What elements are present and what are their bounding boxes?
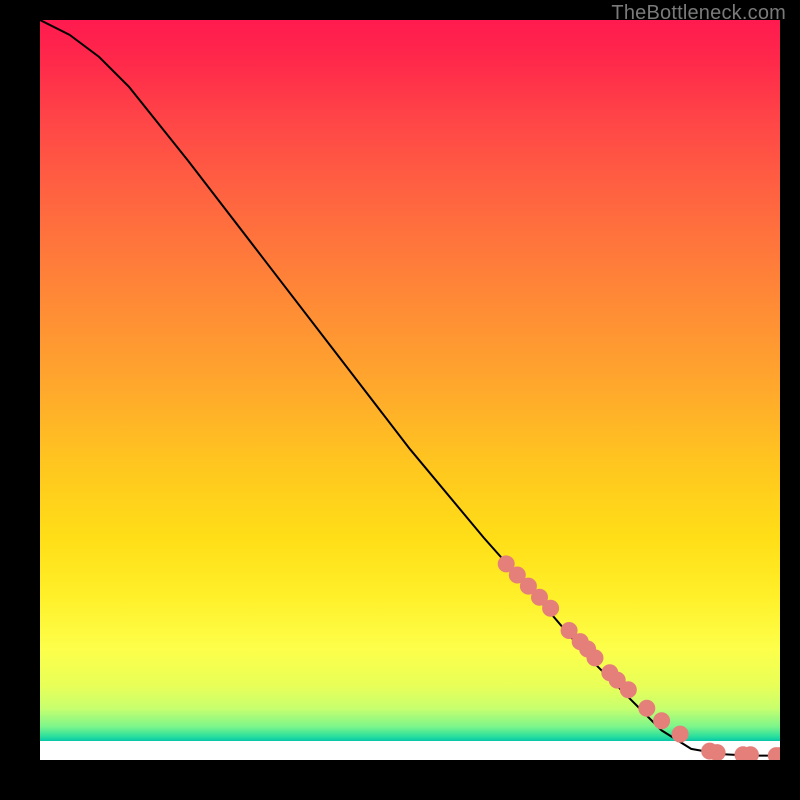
chart-frame: TheBottleneck.com xyxy=(0,0,800,800)
data-marker xyxy=(654,713,670,729)
chart-svg xyxy=(40,20,780,760)
data-marker xyxy=(639,700,655,716)
data-marker xyxy=(709,745,725,760)
plot-area xyxy=(40,20,780,760)
data-marker xyxy=(587,650,603,666)
marker-group xyxy=(498,556,780,760)
data-marker xyxy=(543,600,559,616)
bottleneck-curve xyxy=(40,20,780,756)
data-marker xyxy=(672,726,688,742)
data-marker xyxy=(620,682,636,698)
data-marker xyxy=(742,747,758,760)
